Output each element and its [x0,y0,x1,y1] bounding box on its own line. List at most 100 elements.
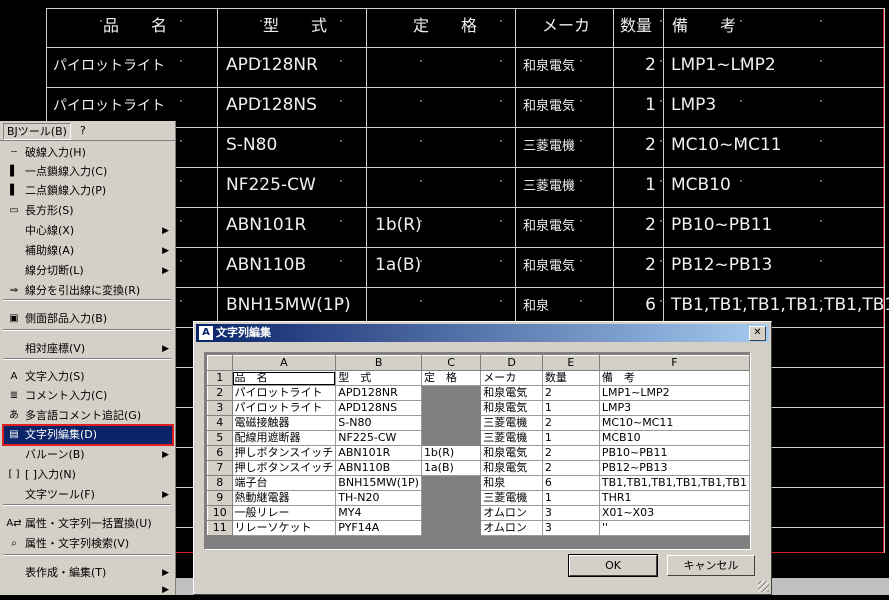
row-header[interactable]: 5 [207,430,233,446]
cell[interactable]: 3 [541,505,600,521]
cell[interactable]: 三菱電機 [480,415,543,431]
cell[interactable]: 一般リレー [231,505,337,521]
row-header[interactable]: 9 [207,490,233,506]
cell[interactable]: LMP1~LMP2 [598,385,750,401]
cell[interactable]: PB10~PB11 [598,445,750,461]
resize-grip[interactable] [758,581,769,592]
close-button[interactable]: ✕ [749,326,766,341]
cell[interactable] [420,475,482,491]
spreadsheet-grid[interactable]: ABCDEF1品 名型 式定 格メーカ 数量備 考 2 パイロットライト APD128N… [207,355,750,536]
cell[interactable]: APD128NS [335,400,422,416]
row-header[interactable]: 8 [207,475,233,491]
ok-button[interactable]: OK [568,554,658,577]
menu-item-17[interactable]: 文字ツール(F) ▶ [3,485,173,505]
cell[interactable]: ABN110B [335,460,422,476]
cell[interactable]: PYF14A [335,520,422,536]
cell[interactable]: パイロットライト [231,400,337,416]
cell[interactable]: メーカ [480,370,543,386]
cell[interactable]: NF225-CW [335,430,422,446]
cell[interactable]: 熱動継電器 [231,490,337,506]
cell[interactable]: THR1 [598,490,750,506]
cell[interactable]: 1 [541,400,600,416]
cell[interactable]: X01~X03 [598,505,750,521]
cell[interactable]: 和泉電気 [480,445,543,461]
cell[interactable]: オムロン [480,520,543,536]
cell[interactable]: リレーソケット [231,520,337,536]
cell[interactable]: 3 [541,520,600,536]
menu-item-11[interactable]: A 文字入力(S) [3,367,173,387]
cell[interactable]: 和泉電気 [480,460,543,476]
column-header[interactable]: B [335,355,422,371]
row-header[interactable]: 6 [207,445,233,461]
cell[interactable]: 1 [541,430,600,446]
cell[interactable]: 2 [541,415,600,431]
cell[interactable]: 2 [541,385,600,401]
cell[interactable]: BNH15MW(1P) [335,475,422,491]
cell[interactable]: オムロン [480,505,543,521]
row-header[interactable]: 4 [207,415,233,431]
menu-item-21[interactable]: ▶ [3,580,173,600]
row-header[interactable]: 2 [207,385,233,401]
cell[interactable]: MCB10 [598,430,750,446]
cell[interactable]: 1 [541,490,600,506]
menu-item-4[interactable]: ▭ 長方形(S) [3,201,173,221]
cell[interactable]: 三菱電機 [480,490,543,506]
cell[interactable]: APD128NR [335,385,422,401]
cell[interactable]: 三菱電機 [480,430,543,446]
dialog-title-bar[interactable]: A 文字列編集 ✕ [196,324,769,342]
cell[interactable] [420,430,482,446]
menu-help[interactable]: ? [80,124,86,137]
cell[interactable]: 1b(R) [420,445,482,461]
cell[interactable]: S-N80 [335,415,422,431]
column-header[interactable]: A [231,355,337,371]
cell[interactable]: LMP3 [598,400,750,416]
cell[interactable]: MY4 [335,505,422,521]
cancel-button[interactable]: キャンセル [667,555,755,576]
row-header[interactable]: 3 [207,400,233,416]
column-header[interactable]: D [480,355,543,371]
menu-item-18[interactable]: A⇄ 属性・文字列一括置換(U) [3,514,173,534]
cell[interactable]: 配線用遮断器 [231,430,337,446]
cell[interactable] [420,400,482,416]
column-header[interactable]: F [598,355,750,371]
menu-item-5[interactable]: 中心線(X) ▶ [3,221,173,241]
cell[interactable]: 和泉電気 [480,385,543,401]
cell[interactable]: 数量 [541,370,600,386]
cell[interactable]: 押しボタンスイッチ [231,445,337,461]
cell[interactable]: 1a(B) [420,460,482,476]
menu-item-6[interactable]: 補助線(A) ▶ [3,241,173,261]
menu-item-15[interactable]: バルーン(B) ▶ [3,445,173,465]
menu-item-16[interactable]: [ ] [ ]入力(N) [3,465,173,485]
cell[interactable]: MC10~MC11 [598,415,750,431]
menu-item-1[interactable]: ┄ 破線入力(H) [3,143,173,163]
cell[interactable] [420,415,482,431]
row-header[interactable]: 11 [207,520,233,536]
column-header[interactable] [207,355,233,371]
cell[interactable]: 端子台 [231,475,337,491]
cell[interactable] [420,385,482,401]
row-header[interactable]: 7 [207,460,233,476]
cell[interactable]: '' [598,520,750,536]
cell[interactable]: ABN101R [335,445,422,461]
cell[interactable]: 型 式 [335,370,422,386]
menu-item-7[interactable]: 線分切断(L) ▶ [3,261,173,281]
spreadsheet-area[interactable]: ABCDEF1品 名型 式定 格メーカ 数量備 考 2 パイロットライト APD128N… [204,352,751,550]
cell[interactable]: 6 [541,475,600,491]
cell[interactable] [420,505,482,521]
row-header[interactable]: 1 [207,370,233,386]
cell[interactable]: 備 考 [598,370,750,386]
cell[interactable]: 電磁接触器 [231,415,337,431]
cell[interactable]: TB1,TB1,TB1,TB1,TB1,TB1 [598,475,750,491]
menu-item-9[interactable]: ▣ 側面部品入力(B) [3,309,173,329]
menu-item-19[interactable]: ⌕ 属性・文字列検索(V) [3,534,173,554]
cell[interactable]: 2 [541,460,600,476]
menu-item-2[interactable]: ▌ 一点鎖線入力(C) [3,162,173,182]
cell[interactable]: 2 [541,445,600,461]
cell[interactable]: PB12~PB13 [598,460,750,476]
column-header[interactable]: C [420,355,482,371]
cell[interactable]: TH-N20 [335,490,422,506]
menu-item-8[interactable]: ⇒ 線分を引出線に変換(R) [3,281,173,301]
menu-item-3[interactable]: ▌ 二点鎖線入力(P) [3,181,173,201]
column-header[interactable]: E [541,355,600,371]
menu-title-bj-tool[interactable]: BJツール(B) [3,123,71,140]
